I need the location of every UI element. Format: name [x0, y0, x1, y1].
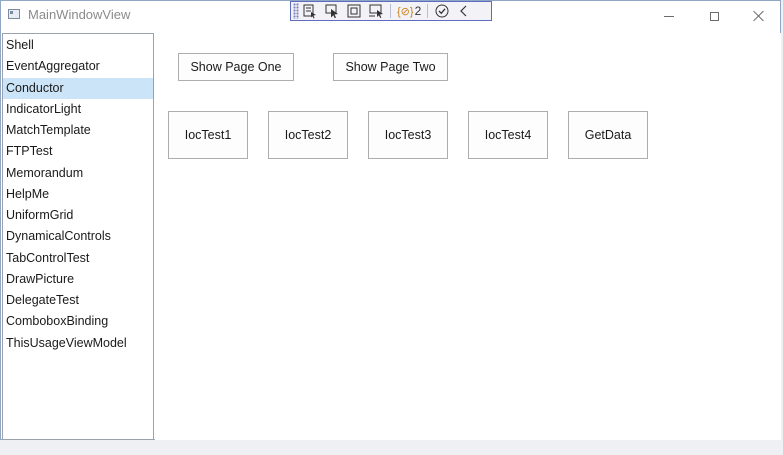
list-item-eventaggregator[interactable]: EventAggregator	[3, 56, 153, 77]
minimize-button[interactable]	[646, 1, 692, 31]
list-item-memorandum[interactable]: Memorandum	[3, 163, 153, 184]
select-element-icon[interactable]	[299, 2, 321, 20]
content-area: Show Page One Show Page Two IocTest1 Ioc…	[155, 33, 781, 440]
list-item-uniformgrid[interactable]: UniformGrid	[3, 205, 153, 226]
list-item-indicatorlight[interactable]: IndicatorLight	[3, 99, 153, 120]
show-page-one-button[interactable]: Show Page One	[178, 53, 294, 81]
ioc-test-1-button[interactable]: IocTest1	[168, 111, 248, 159]
track-focus-icon[interactable]	[365, 2, 387, 20]
app-window-icon	[8, 9, 20, 19]
list-item-tabcontroltest[interactable]: TabControlTest	[3, 248, 153, 269]
frame-icon[interactable]	[343, 2, 365, 20]
binding-failures-count: 2	[414, 4, 422, 18]
list-item-conductor[interactable]: Conductor	[3, 78, 153, 99]
ioc-test-4-button[interactable]: IocTest4	[468, 111, 548, 159]
show-page-two-button[interactable]: Show Page Two	[333, 53, 448, 81]
pointer-icon[interactable]	[321, 2, 343, 20]
main-window: MainWindowView {⊘} 2 Shell EventAggregat…	[0, 0, 781, 440]
list-item-ftptest[interactable]: FTPTest	[3, 141, 153, 162]
binding-failures-button[interactable]: {⊘} 2	[394, 4, 424, 18]
maximize-icon	[709, 11, 719, 21]
list-item-thisusageviewmodel[interactable]: ThisUsageViewModel	[3, 333, 153, 354]
list-item-drawpicture[interactable]: DrawPicture	[3, 269, 153, 290]
list-item-shell[interactable]: Shell	[3, 35, 153, 56]
toolbar-separator	[390, 4, 391, 18]
navigation-list[interactable]: Shell EventAggregator Conductor Indicato…	[2, 33, 154, 440]
toolbar-separator	[427, 4, 429, 18]
list-item-matchtemplate[interactable]: MatchTemplate	[3, 120, 153, 141]
list-item-helpme[interactable]: HelpMe	[3, 184, 153, 205]
list-item-delegatetest[interactable]: DelegateTest	[3, 290, 153, 311]
get-data-button[interactable]: GetData	[568, 111, 648, 159]
window-title: MainWindowView	[28, 7, 131, 22]
check-icon[interactable]	[431, 2, 453, 20]
binding-failures-icon: {⊘}	[397, 5, 414, 18]
title-bar[interactable]: MainWindowView {⊘} 2	[1, 1, 780, 31]
close-button[interactable]	[736, 1, 782, 31]
collapse-chevron-icon[interactable]	[453, 2, 475, 20]
list-item-comboboxbinding[interactable]: ComboboxBinding	[3, 311, 153, 332]
debug-toolbar: {⊘} 2	[290, 1, 492, 21]
list-item-dynamicalcontrols[interactable]: DynamicalControls	[3, 226, 153, 247]
ioc-test-3-button[interactable]: IocTest3	[368, 111, 448, 159]
ioc-test-2-button[interactable]: IocTest2	[268, 111, 348, 159]
window-shadow	[0, 440, 783, 455]
maximize-button[interactable]	[691, 1, 737, 31]
minimize-icon	[664, 15, 674, 17]
close-icon	[753, 10, 765, 22]
